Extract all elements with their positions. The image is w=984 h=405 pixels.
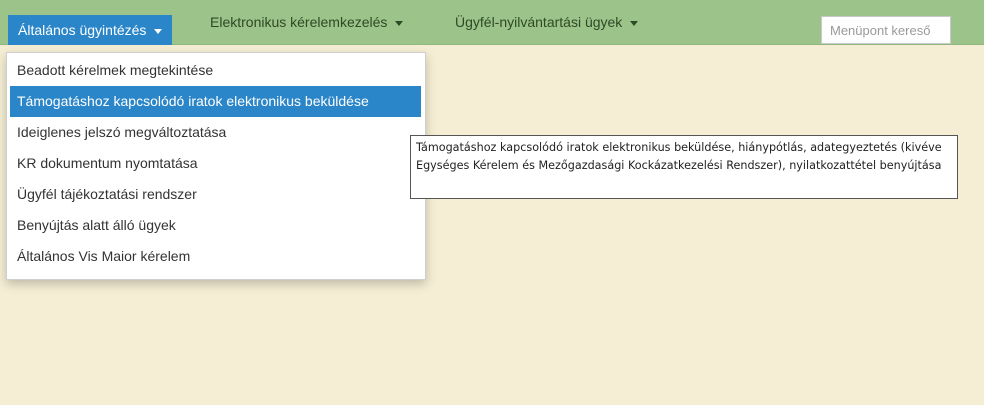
- menu-search-input[interactable]: [821, 16, 951, 44]
- nav-menu-ugyfel-nyilvantartasi-ugyek[interactable]: Ügyfél-nyilvántartási ügyek: [455, 0, 639, 44]
- menu-item-ideiglenes-jelszo[interactable]: Ideiglenes jelszó megváltoztatása: [7, 117, 425, 148]
- menu-item-beadott-kerelmek[interactable]: Beadott kérelmek megtekintése: [7, 55, 425, 86]
- menu-item-tamogatashoz-iratok[interactable]: Támogatáshoz kapcsolódó iratok elektroni…: [10, 86, 421, 117]
- caret-down-icon: [395, 20, 404, 26]
- menu-item-vis-maior[interactable]: Általános Vis Maior kérelem: [7, 241, 425, 272]
- nav-menu-altalanos-ugyintezes[interactable]: Általános ügyintézés: [8, 15, 173, 45]
- menu-item-benyujtas-alatt[interactable]: Benyújtás alatt álló ügyek: [7, 210, 425, 241]
- menu-item-ugyfel-tajekoztatasi[interactable]: Ügyfél tájékoztatási rendszer: [7, 179, 425, 210]
- nav-menu-label: Elektronikus kérelemkezelés: [210, 14, 388, 30]
- nav-menu-label: Általános ügyintézés: [18, 22, 147, 38]
- nav-menu-label: Ügyfél-nyilvántartási ügyek: [455, 14, 623, 30]
- caret-down-icon: [630, 20, 639, 26]
- nav-menu-elektronikus-kerelemkezeles[interactable]: Elektronikus kérelemkezelés: [210, 0, 404, 44]
- dropdown-menu: Beadott kérelmek megtekintése Támogatásh…: [6, 52, 426, 280]
- top-navbar: Általános ügyintézés Elektronikus kérele…: [0, 0, 984, 45]
- page: Általános ügyintézés Elektronikus kérele…: [0, 0, 984, 405]
- menu-item-kr-dokumentum[interactable]: KR dokumentum nyomtatása: [7, 148, 425, 179]
- caret-down-icon: [154, 28, 163, 34]
- tooltip: Támogatáshoz kapcsolódó iratok elektroni…: [410, 135, 958, 199]
